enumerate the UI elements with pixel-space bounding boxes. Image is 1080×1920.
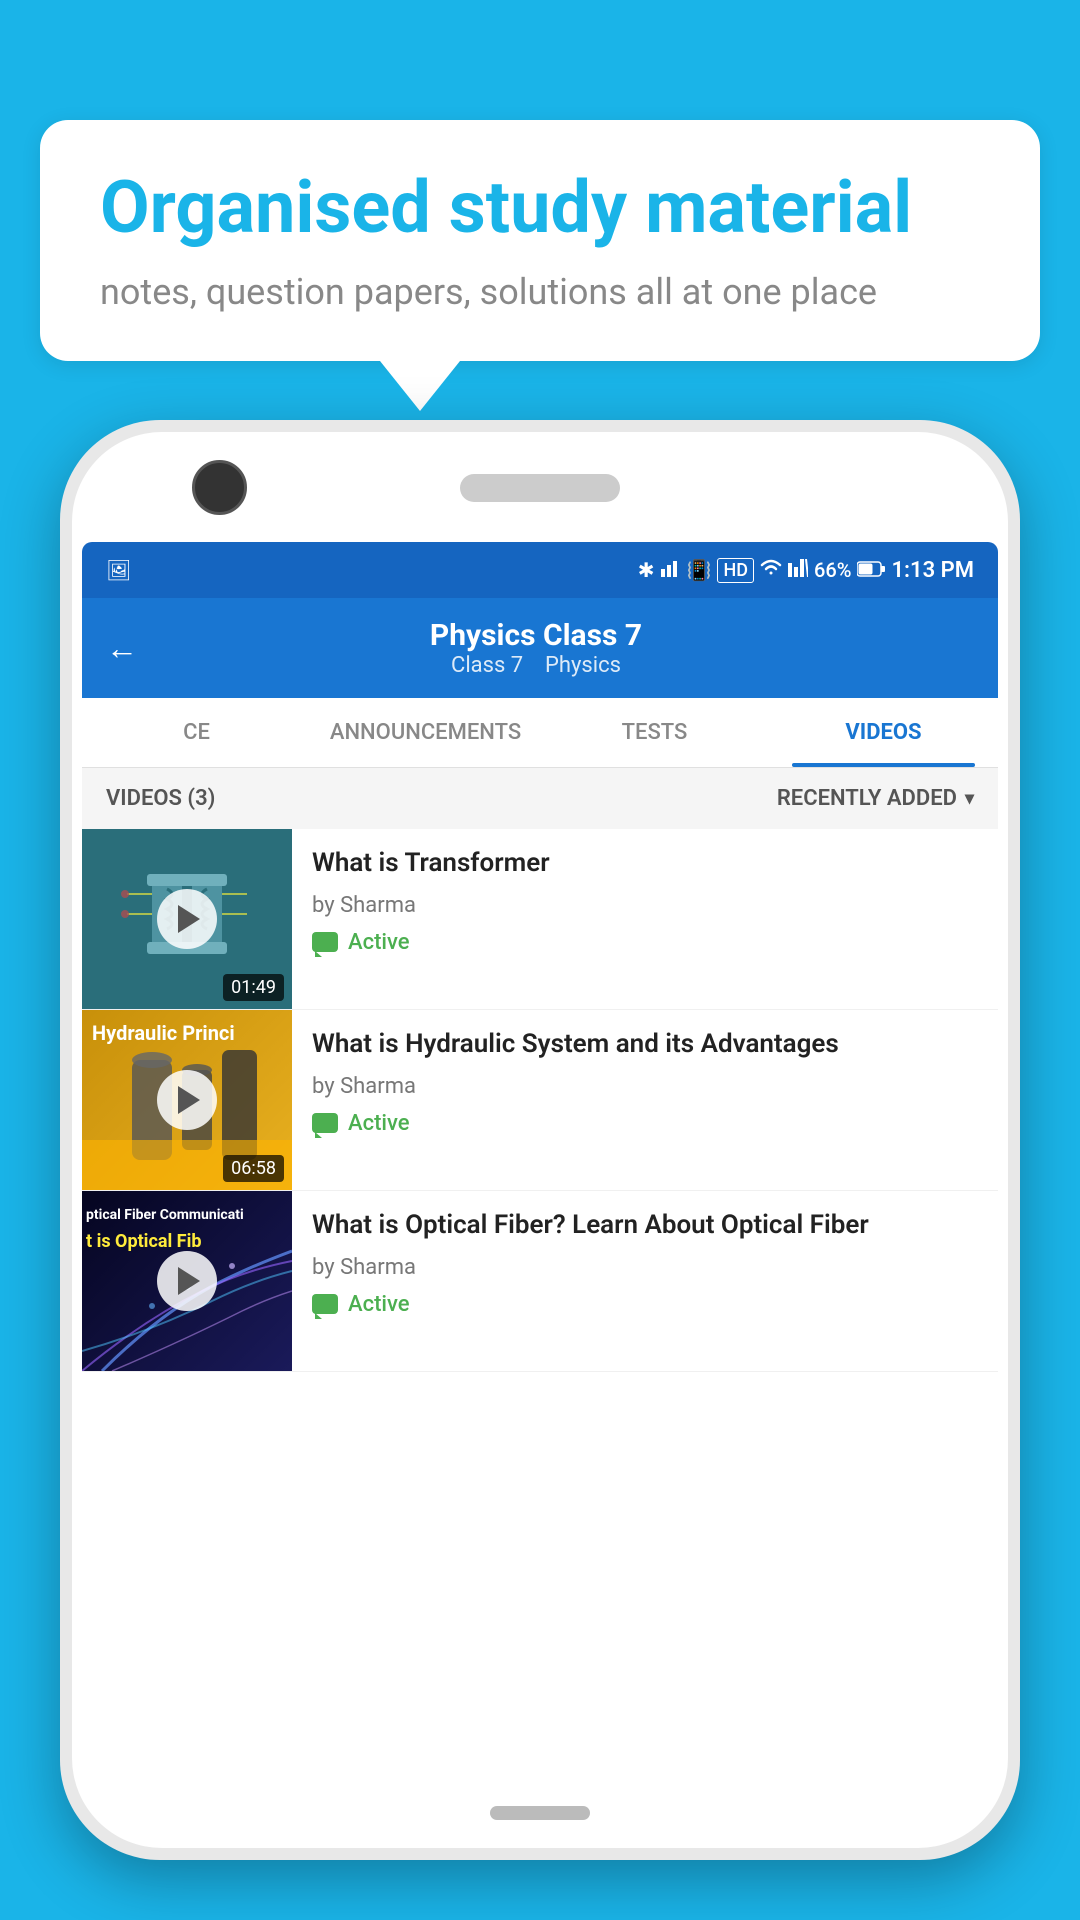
play-icon xyxy=(178,905,200,933)
battery-percent: 66% xyxy=(814,558,851,582)
play-icon xyxy=(178,1086,200,1114)
video-status-1: Active xyxy=(312,930,978,955)
status-bar: 🖼 ✱ 📳 HD 66% xyxy=(82,542,998,598)
video-list: 01:49 What is Transformer by Sharma Acti… xyxy=(82,829,998,1372)
header-subtitle: Class 7 Physics xyxy=(162,653,910,678)
tab-tests[interactable]: TESTS xyxy=(540,698,769,767)
video-info-3: What is Optical Fiber? Learn About Optic… xyxy=(292,1191,998,1335)
chat-icon-2 xyxy=(312,1113,338,1133)
chat-icon-1 xyxy=(312,932,338,952)
time-display: 1:13 PM xyxy=(891,558,974,583)
wifi-icon xyxy=(760,558,782,582)
bubble-subtext: notes, question papers, solutions all at… xyxy=(100,271,980,313)
video-title-3: What is Optical Fiber? Learn About Optic… xyxy=(312,1209,978,1243)
video-thumbnail-2: Hydraulic Princi 06:58 xyxy=(82,1010,292,1190)
header-class: Class 7 xyxy=(451,653,523,678)
phone-mockup: 🖼 ✱ 📳 HD 66% xyxy=(60,420,1020,1860)
video-author-1: by Sharma xyxy=(312,893,978,918)
svg-text:ptical Fiber Communicati: ptical Fiber Communicati xyxy=(86,1207,244,1223)
video-status-2: Active xyxy=(312,1111,978,1136)
play-button-3[interactable] xyxy=(157,1251,217,1311)
bluetooth-icon: ✱ xyxy=(638,558,655,582)
active-label-3: Active xyxy=(348,1292,410,1317)
svg-text:Hydraulic Princi: Hydraulic Princi xyxy=(92,1021,235,1045)
phone-home-button xyxy=(490,1806,590,1820)
sort-label: RECENTLY ADDED xyxy=(777,786,957,811)
battery-icon xyxy=(857,558,885,582)
play-icon xyxy=(178,1267,200,1295)
back-button[interactable]: ← xyxy=(106,629,138,667)
videos-header: VIDEOS (3) RECENTLY ADDED ▾ xyxy=(82,768,998,829)
bubble-tail xyxy=(380,361,460,411)
vibrate-icon: 📳 xyxy=(687,558,712,582)
video-info-1: What is Transformer by Sharma Active xyxy=(292,829,998,973)
phone-camera xyxy=(192,460,247,515)
bubble-heading: Organised study material xyxy=(100,168,980,247)
header-titles: Physics Class 7 Class 7 Physics xyxy=(162,618,910,678)
chevron-down-icon: ▾ xyxy=(965,788,974,809)
chat-icon-3 xyxy=(312,1294,338,1314)
phone-screen: 🖼 ✱ 📳 HD 66% xyxy=(82,542,998,1788)
status-bar-right: ✱ 📳 HD 66% 1:13 PM xyxy=(638,558,974,583)
video-author-3: by Sharma xyxy=(312,1255,978,1280)
video-info-2: What is Hydraulic System and its Advanta… xyxy=(292,1010,998,1154)
tab-ce[interactable]: CE xyxy=(82,698,311,767)
video-status-3: Active xyxy=(312,1292,978,1317)
phone-inner: 🖼 ✱ 📳 HD 66% xyxy=(72,432,1008,1848)
video-duration-1: 01:49 xyxy=(223,974,284,1001)
active-label-2: Active xyxy=(348,1111,410,1136)
videos-count: VIDEOS (3) xyxy=(106,786,215,811)
video-thumbnail-3: ptical Fiber Communicati t is Optical Fi… xyxy=(82,1191,292,1371)
video-duration-2: 06:58 xyxy=(223,1155,284,1182)
speech-bubble: Organised study material notes, question… xyxy=(40,120,1040,361)
tabs-bar: CE ANNOUNCEMENTS TESTS VIDEOS xyxy=(82,698,998,768)
play-button-1[interactable] xyxy=(157,889,217,949)
tab-videos[interactable]: VIDEOS xyxy=(769,698,998,767)
tab-announcements[interactable]: ANNOUNCEMENTS xyxy=(311,698,540,767)
active-label-1: Active xyxy=(348,930,410,955)
app-header: ← Physics Class 7 Class 7 Physics xyxy=(82,598,998,698)
list-item[interactable]: 01:49 What is Transformer by Sharma Acti… xyxy=(82,829,998,1010)
hd-badge: HD xyxy=(717,558,754,583)
header-title: Physics Class 7 xyxy=(162,618,910,653)
signal-icon xyxy=(661,558,681,582)
status-icon: 🖼 xyxy=(106,558,131,582)
header-subject: Physics xyxy=(545,653,621,678)
network-icon xyxy=(788,558,808,582)
sort-button[interactable]: RECENTLY ADDED ▾ xyxy=(777,786,974,811)
video-title-2: What is Hydraulic System and its Advanta… xyxy=(312,1028,978,1062)
video-thumbnail-1: 01:49 xyxy=(82,829,292,1009)
phone-speaker xyxy=(460,474,620,502)
status-bar-left: 🖼 xyxy=(106,558,131,582)
speech-bubble-section: Organised study material notes, question… xyxy=(40,120,1040,411)
play-button-2[interactable] xyxy=(157,1070,217,1130)
video-title-1: What is Transformer xyxy=(312,847,978,881)
video-author-2: by Sharma xyxy=(312,1074,978,1099)
list-item[interactable]: ptical Fiber Communicati t is Optical Fi… xyxy=(82,1191,998,1372)
list-item[interactable]: Hydraulic Princi 06:58 What is Hydraulic… xyxy=(82,1010,998,1191)
svg-text:t is Optical Fib: t is Optical Fib xyxy=(86,1231,201,1252)
